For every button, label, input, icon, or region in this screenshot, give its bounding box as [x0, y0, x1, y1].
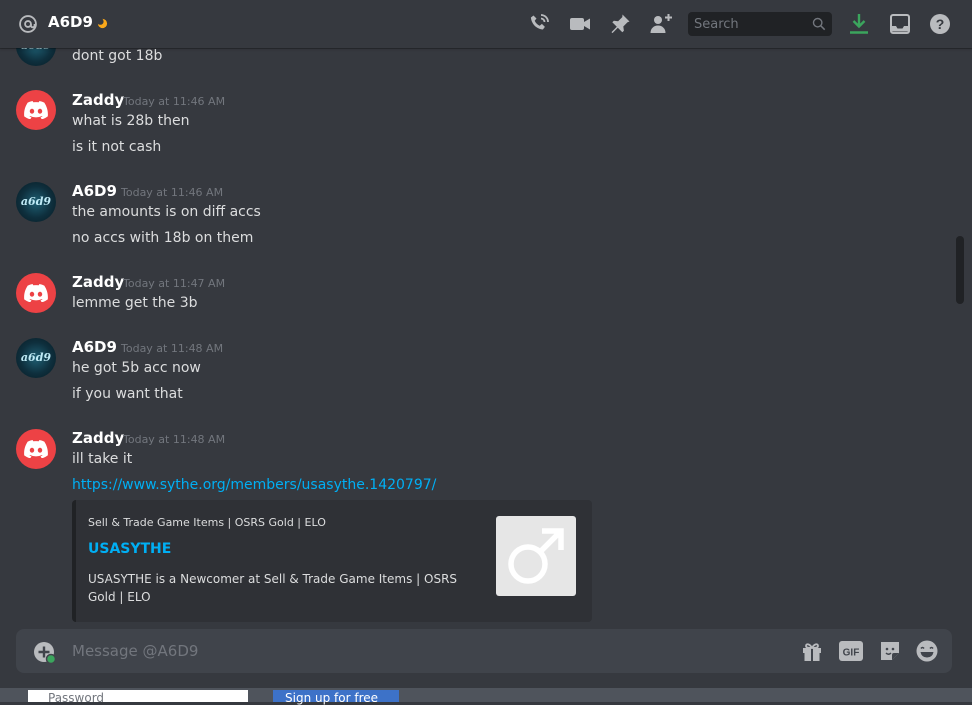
- message-text: if you want that: [72, 386, 183, 402]
- male-symbol-icon: [508, 528, 564, 584]
- avatar-logo-text: a6d9: [20, 351, 52, 364]
- search-icon: [812, 17, 826, 31]
- add-attachment-icon[interactable]: [32, 640, 56, 664]
- discord-logo-icon: [24, 440, 48, 458]
- background-signup-label: Sign up for free: [285, 691, 378, 705]
- embed-description: USASYTHE is a Newcomer at Sell & Trade G…: [88, 572, 458, 604]
- idle-moon-icon: [97, 18, 108, 29]
- scrollbar-track[interactable]: [956, 52, 968, 622]
- download-icon[interactable]: [847, 12, 871, 36]
- gif-icon[interactable]: GIF: [839, 639, 863, 663]
- avatar[interactable]: a6d9: [16, 338, 56, 378]
- avatar-logo-text: a6d9: [16, 48, 56, 52]
- help-icon[interactable]: ?: [928, 12, 952, 36]
- message-text: ill take it: [72, 451, 133, 467]
- channel-name: A6D9: [48, 13, 93, 31]
- top-bar: A6D9 ?: [0, 0, 972, 48]
- at-icon: [19, 15, 37, 33]
- avatar[interactable]: [16, 429, 56, 469]
- message-text: what is 28b then: [72, 113, 190, 129]
- search-box[interactable]: [688, 12, 832, 36]
- message-timestamp: Today at 11:46 AM: [123, 95, 226, 108]
- message-text: he got 5b acc now: [72, 360, 201, 376]
- avatar[interactable]: a6d9: [16, 182, 56, 222]
- svg-text:?: ?: [936, 16, 945, 32]
- discord-logo-icon: [24, 101, 48, 119]
- message-author[interactable]: Zaddy: [72, 273, 124, 291]
- avatar[interactable]: a6d9: [16, 48, 56, 66]
- message-author[interactable]: Zaddy: [72, 429, 124, 447]
- message-timestamp: Today at 11:46 AM: [121, 186, 224, 199]
- embed-title[interactable]: USASYTHE: [88, 541, 171, 557]
- message-link[interactable]: https://www.sythe.org/members/usasythe.1…: [72, 477, 436, 493]
- voice-call-icon[interactable]: [527, 12, 551, 36]
- background-signup-button[interactable]: Sign up for free: [273, 690, 399, 705]
- message-author[interactable]: A6D9: [72, 338, 117, 356]
- message-text: dont got 18b: [72, 48, 163, 64]
- inbox-icon[interactable]: [888, 12, 912, 36]
- gif-label: GIF: [843, 648, 860, 659]
- message-timestamp: Today at 11:48 AM: [121, 342, 224, 355]
- message-text: the amounts is on diff accs: [72, 204, 261, 220]
- scrollbar-thumb[interactable]: [956, 236, 964, 304]
- embed-thumbnail[interactable]: [496, 516, 576, 596]
- search-input[interactable]: [688, 12, 814, 36]
- video-call-icon[interactable]: [568, 12, 592, 36]
- background-password-label: Password: [48, 691, 105, 705]
- message-composer: GIF: [16, 629, 952, 673]
- embed-provider[interactable]: Sell & Trade Game Items | OSRS Gold | EL…: [88, 516, 326, 529]
- message-text: no accs with 18b on them: [72, 230, 254, 246]
- avatar[interactable]: [16, 90, 56, 130]
- message-text: is it not cash: [72, 139, 162, 155]
- message-timestamp: Today at 11:47 AM: [123, 277, 226, 290]
- link-embed: Sell & Trade Game Items | OSRS Gold | EL…: [72, 500, 592, 622]
- avatar[interactable]: [16, 273, 56, 313]
- message-author[interactable]: A6D9: [72, 182, 117, 200]
- message-list[interactable]: a6d9 dont got 18b Zaddy Today at 11:46 A…: [0, 48, 956, 626]
- emoji-icon[interactable]: [915, 639, 939, 663]
- pin-icon[interactable]: [608, 12, 632, 36]
- message-input[interactable]: [72, 629, 732, 673]
- background-password-field[interactable]: Password: [28, 690, 248, 705]
- message-timestamp: Today at 11:48 AM: [123, 433, 226, 446]
- discord-logo-icon: [24, 284, 48, 302]
- sticker-icon[interactable]: [878, 639, 902, 663]
- message-text: lemme get the 3b: [72, 295, 198, 311]
- message-author[interactable]: Zaddy: [72, 91, 124, 109]
- avatar-logo-text: a6d9: [20, 195, 52, 208]
- gift-icon[interactable]: [800, 639, 824, 663]
- add-friend-icon[interactable]: [649, 12, 673, 36]
